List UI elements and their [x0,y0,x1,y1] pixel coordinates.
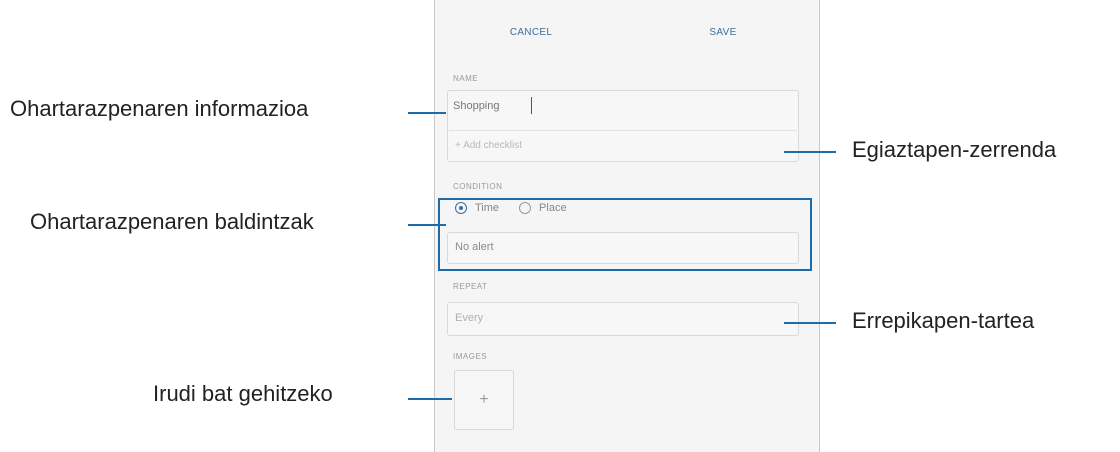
top-action-bar: CANCEL SAVE [435,0,819,64]
save-button[interactable]: SAVE [627,27,819,38]
cancel-button[interactable]: CANCEL [435,27,627,38]
callout-checklist: Egiaztapen-zerrenda [852,137,1057,162]
repeat-field-box[interactable] [447,302,799,336]
alert-field-box[interactable] [447,232,799,264]
add-checklist-button[interactable]: + Add checklist [455,140,522,151]
callout-line-repeat [784,322,836,324]
callout-add-image: Irudi bat gehitzeko [153,381,333,406]
text-cursor [531,97,532,114]
condition-section-label: CONDITION [453,182,503,191]
reminder-name-input[interactable]: Shopping [453,100,500,112]
repeat-value: Every [455,312,484,324]
radio-time[interactable] [455,202,467,214]
callout-line-checklist [784,151,836,153]
radio-place-label: Place [539,202,567,214]
callout-line-add-image [408,398,452,400]
callout-repeat-interval: Errepikapen-tartea [852,308,1035,333]
callout-alert-info: Ohartarazpenaren informazioa [10,96,309,121]
alert-value: No alert [455,241,494,253]
radio-place[interactable] [519,202,532,214]
callout-alert-conditions: Ohartarazpenaren baldintzak [30,209,314,234]
plus-icon: + [479,391,489,408]
name-section-label: NAME [453,74,479,83]
add-image-button[interactable]: + [454,370,514,430]
callout-line-alert-conditions [408,224,446,226]
name-divider [449,130,797,131]
condition-radio-group: Time Place [455,202,587,214]
images-section-label: IMAGES [453,352,488,361]
callout-line-alert-info [408,112,446,114]
name-field-box[interactable] [447,90,799,162]
repeat-section-label: REPEAT [453,282,488,291]
radio-time-label: Time [475,202,500,214]
